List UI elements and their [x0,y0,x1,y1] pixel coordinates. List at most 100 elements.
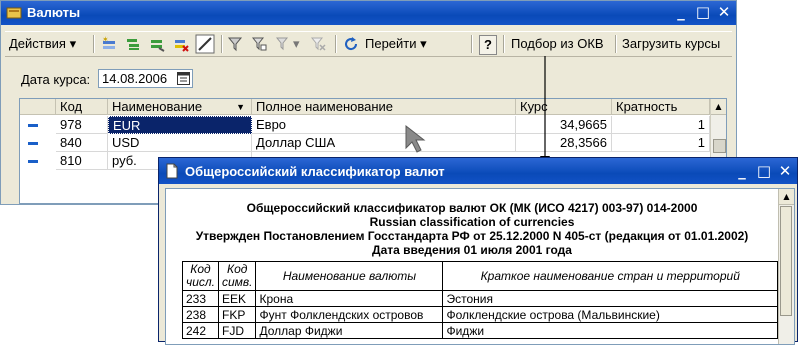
document-icon [166,163,178,179]
filter-history-dropdown[interactable]: ▾ [293,35,300,53]
window-title: Валюты [27,5,81,20]
load-rates-button[interactable]: Загрузить курсы [622,35,720,53]
okv-vertical-scrollbar[interactable]: ▲ [778,189,794,344]
okv-col-sym: Код симв. [217,261,257,291]
okv-titlebar[interactable]: Общероссийский классификатор валют _ □ ✕ [159,158,797,184]
add-group-icon[interactable] [125,36,141,52]
cell-code: 978 [56,116,108,134]
column-header-marker[interactable] [20,99,56,115]
okv-table-row[interactable]: 242 FJD Доллар Фиджи Фиджи [182,322,778,339]
cell-code: 840 [56,134,108,152]
okv-cell-country: Фиджи [442,322,778,339]
rate-date-label: Дата курса: [21,72,91,87]
callout-arrow [540,56,550,166]
maximize-button[interactable]: □ [694,4,712,21]
mouse-cursor-icon [405,124,426,153]
cell-name[interactable]: EUR [108,116,252,134]
column-header-rate[interactable]: Курс [516,99,612,115]
okv-window: Общероссийский классификатор валют _ □ ✕… [158,157,798,345]
toolbar-separator [335,35,337,53]
okv-table-row[interactable]: 233 EEK Крона Эстония [182,290,778,307]
okv-cell-country: Эстония [442,290,778,307]
okv-col-name: Наименование валюты [255,261,444,291]
actions-menu-button[interactable]: Действия ▾ [9,35,76,53]
okv-col-num: Код числ. [182,261,219,291]
help-button[interactable]: ? [479,35,497,55]
minimize-button[interactable]: _ [672,4,690,21]
okv-scroll-thumb[interactable] [780,206,792,316]
toolbar-separator [221,35,223,53]
okv-cell-num: 242 [182,322,219,339]
svg-text:✶: ✶ [102,36,109,44]
sort-desc-icon: ▼ [236,102,245,112]
okv-minimize-button[interactable]: _ [733,163,751,180]
okv-cell-num: 238 [182,306,219,323]
column-header-code[interactable]: Код [56,99,108,115]
currencies-titlebar[interactable]: Валюты _ □ ✕ [1,1,736,25]
row-marker-icon [28,124,38,127]
okv-close-button[interactable]: ✕ [776,163,794,180]
okv-document-area: Общероссийский классификатор валют ОК (М… [165,188,795,345]
cell-multiplicity: 1 [612,116,710,134]
rate-date-input[interactable]: 14.08.2006 [98,69,193,88]
scroll-thumb[interactable] [713,139,726,153]
filter-history-icon[interactable] [275,36,291,52]
copy-row-icon[interactable] [149,36,165,52]
okv-cell-name: Крона [255,290,444,307]
okv-col-country: Краткое наименование стран и территорий [442,261,778,291]
okv-cell-num: 233 [182,290,219,307]
cell-multiplicity: 1 [612,134,710,152]
column-name-label: Наименование [112,99,203,114]
edit-icon[interactable] [195,34,215,54]
okv-table-header: Код числ. Код симв. Наименование валюты … [182,261,778,291]
goto-menu-button[interactable]: Перейти ▾ [365,35,427,53]
main-toolbar: Действия ▾ ✶ ▾ Перейти ▾ ? Подбор из ОКВ… [5,31,732,57]
column-header-multiplicity[interactable]: Кратность [612,99,710,115]
close-button[interactable]: ✕ [715,4,733,21]
okv-table-row[interactable]: 238 FKP Фунт Фолклендских островов Фолкл… [182,306,778,323]
doc-heading-2: Russian classification of currencies [369,215,575,229]
filter-value-icon[interactable] [251,36,267,52]
delete-row-icon[interactable] [173,36,189,52]
column-header-name[interactable]: Наименование ▼ [108,99,252,115]
okv-table: Код числ. Код симв. Наименование валюты … [182,261,778,339]
table-row[interactable]: 978 EUR Евро 34,9665 1 [20,116,710,134]
doc-heading-4: Дата введения 01 июля 2001 года [372,243,572,257]
calendar-icon[interactable] [177,72,190,85]
cell-full-name: Доллар США [252,134,516,152]
cell-name: USD [108,134,252,152]
row-marker-icon [28,160,38,163]
toolbar-separator [503,35,505,53]
okv-cell-country: Фолклендские острова (Мальвинские) [442,306,778,323]
scroll-up-button[interactable]: ▲ [711,99,726,115]
okv-cell-sym: FJD [217,322,257,339]
okv-maximize-button[interactable]: □ [755,163,773,180]
toolbar-separator [471,35,473,53]
toolbar-separator [615,35,617,53]
cell-code: 810 [56,152,108,170]
column-header-full-name[interactable]: Полное наименование [252,99,516,115]
filter-icon[interactable] [227,36,243,52]
okv-window-title: Общероссийский классификатор валют [185,164,445,179]
doc-heading-1: Общероссийский классификатор валют ОК (М… [246,201,698,215]
actions-label: Действия [9,36,66,51]
refresh-icon[interactable] [343,36,359,52]
goto-label: Перейти [365,36,417,51]
okv-cell-name: Фунт Фолклендских островов [255,306,444,323]
okv-cell-name: Доллар Фиджи [255,322,444,339]
add-row-icon[interactable]: ✶ [101,36,117,52]
table-row[interactable]: 840 USD Доллар США 28,3566 1 [20,134,710,152]
clear-filter-icon[interactable] [310,36,326,52]
rate-date-value: 14.08.2006 [102,71,168,86]
okv-cell-sym: EEK [217,290,257,307]
cell-rate: 34,9665 [516,116,612,134]
okv-select-button[interactable]: Подбор из ОКВ [511,35,604,53]
cell-full-name: Евро [252,116,516,134]
toolbar-separator [93,35,95,53]
okv-cell-sym: FKP [217,306,257,323]
doc-heading-3: Утвержден Постановлением Госстандарта РФ… [195,229,749,243]
okv-scroll-up-button[interactable]: ▲ [779,189,794,205]
row-marker-icon [28,142,38,145]
app-icon [6,7,22,19]
cell-rate: 28,3566 [516,134,612,152]
